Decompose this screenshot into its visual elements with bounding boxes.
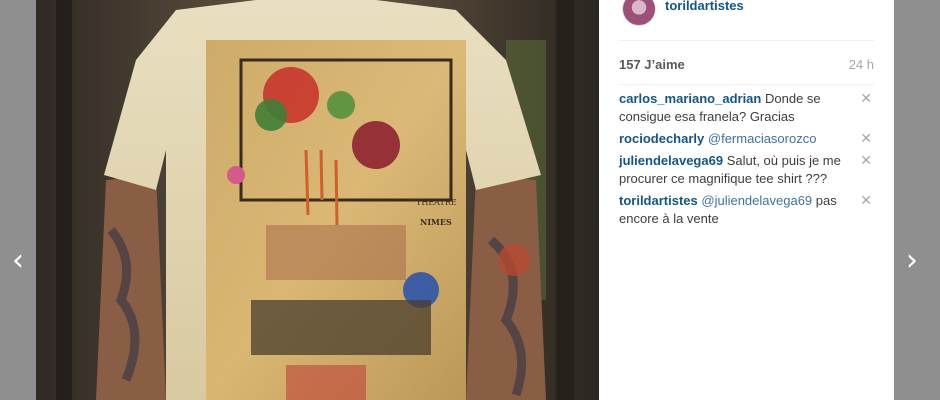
author-username-link[interactable]: torildartistes — [665, 0, 744, 13]
next-post-arrow-icon[interactable]: › — [900, 246, 924, 276]
delete-comment-icon[interactable]: ✕ — [860, 90, 872, 108]
author-avatar[interactable] — [622, 0, 656, 26]
previous-post-arrow-icon[interactable]: ‹ — [6, 246, 30, 276]
delete-comment-icon[interactable]: ✕ — [860, 130, 872, 148]
comment-username-link[interactable]: rociodecharly — [619, 131, 704, 146]
comment-username-link[interactable]: torildartistes — [619, 193, 698, 208]
print-text-theatre: THEATRE — [416, 198, 457, 207]
likes-count[interactable]: 157 J’aime — [619, 57, 685, 72]
comment-item: carlos_mariano_adrian Donde se consigue … — [619, 90, 874, 130]
comment-item: juliendelavega69 Salut, où puis je me pr… — [619, 152, 874, 192]
comment-username-link[interactable]: carlos_mariano_adrian — [619, 91, 761, 106]
post-photo[interactable]: THEATRE NIMES — [36, 0, 599, 400]
comment-item: rociodecharly @fermaciasorozco ✕ — [619, 130, 874, 152]
comment-username-link[interactable]: juliendelavega69 — [619, 153, 723, 168]
post-age: 24 h — [848, 57, 874, 72]
comments-list: carlos_mariano_adrian Donde se consigue … — [619, 90, 874, 232]
print-text-nimes: NIMES — [420, 217, 452, 227]
comment-mention-link[interactable]: @fermaciasorozco — [708, 131, 817, 146]
post-sidebar: torildartistes 157 J’aime 24 h carlos_ma… — [599, 0, 894, 400]
post-stats: 157 J’aime 24 h — [619, 57, 874, 75]
post-header: torildartistes — [619, 0, 874, 41]
delete-comment-icon[interactable]: ✕ — [860, 192, 872, 210]
post-modal: THEATRE NIMES torildartistes 157 J’aime … — [36, 0, 894, 400]
comment-item: torildartistes @juliendelavega69 pas enc… — [619, 192, 874, 232]
delete-comment-icon[interactable]: ✕ — [860, 152, 872, 170]
tshirt-photo-illustration: THEATRE NIMES — [36, 0, 599, 400]
comment-mention-link[interactable]: @juliendelavega69 — [701, 193, 812, 208]
stats-divider — [619, 84, 874, 85]
